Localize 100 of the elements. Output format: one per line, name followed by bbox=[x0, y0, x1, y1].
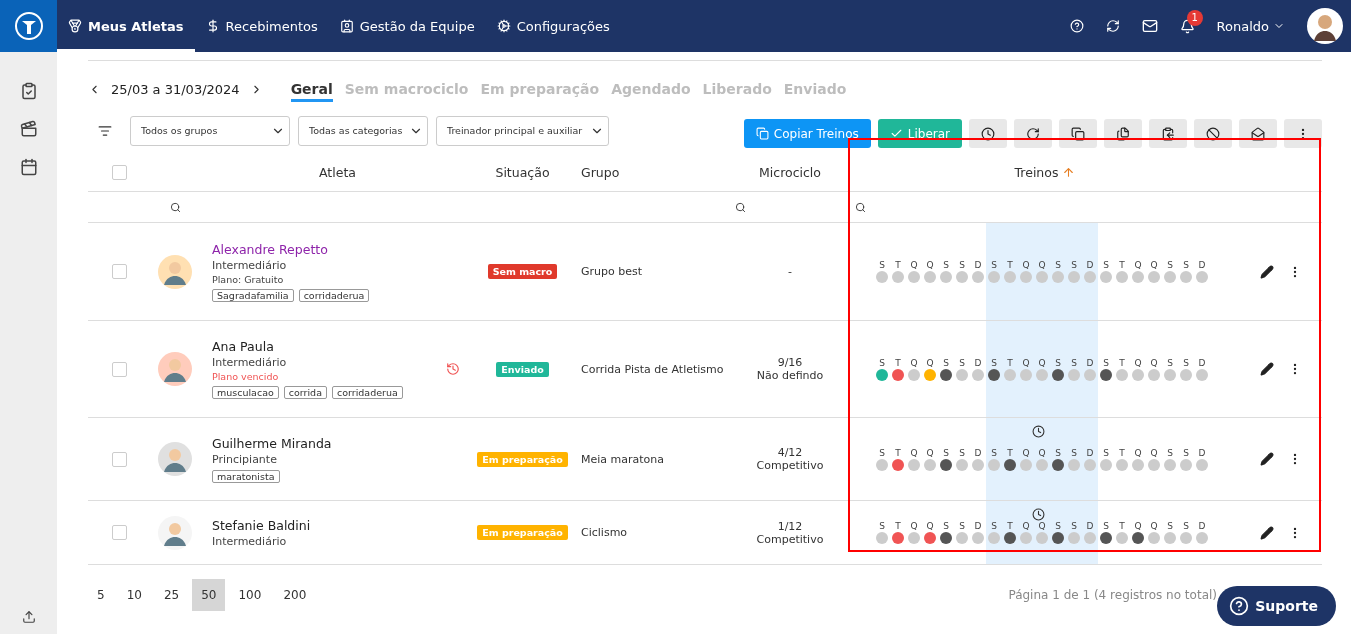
checkbox[interactable] bbox=[111, 361, 127, 377]
search-icon[interactable] bbox=[855, 201, 866, 213]
workout-dot[interactable] bbox=[892, 458, 904, 471]
workout-dot[interactable] bbox=[1068, 458, 1080, 471]
rotate-button[interactable] bbox=[1014, 119, 1052, 148]
workout-dot[interactable] bbox=[1052, 458, 1064, 471]
workout-dot[interactable] bbox=[1084, 271, 1096, 283]
workout-dot[interactable] bbox=[1004, 458, 1016, 471]
workout-dot[interactable] bbox=[1036, 458, 1048, 471]
workout-dot[interactable] bbox=[1180, 458, 1192, 471]
user-avatar[interactable] bbox=[1307, 8, 1343, 44]
checkbox[interactable] bbox=[111, 264, 127, 279]
workout-dot[interactable] bbox=[1180, 532, 1192, 544]
edit-icon[interactable] bbox=[1260, 452, 1274, 466]
workout-dot[interactable] bbox=[988, 271, 1000, 283]
workout-dot[interactable] bbox=[908, 532, 920, 544]
checkbox[interactable] bbox=[111, 165, 127, 180]
checkbox[interactable] bbox=[111, 451, 127, 467]
workout-dot[interactable] bbox=[1180, 368, 1192, 381]
logo-icon[interactable] bbox=[13, 11, 44, 41]
filter-select[interactable]: Todas as categorias bbox=[298, 115, 428, 146]
workout-dot[interactable] bbox=[1164, 532, 1176, 544]
athlete-name[interactable]: Alexandre Repetto bbox=[212, 241, 430, 257]
edit-icon[interactable] bbox=[1260, 264, 1274, 279]
workout-dot[interactable] bbox=[1068, 368, 1080, 381]
workout-dot[interactable] bbox=[1148, 368, 1160, 381]
athlete-name[interactable]: Guilherme Miranda bbox=[212, 435, 430, 451]
workout-dot[interactable] bbox=[1148, 532, 1160, 544]
help-icon[interactable] bbox=[1069, 19, 1084, 33]
workout-dot[interactable] bbox=[876, 532, 888, 544]
workout-dot[interactable] bbox=[1052, 271, 1064, 283]
workout-dot[interactable] bbox=[876, 271, 888, 283]
column-header[interactable]: Treinos bbox=[850, 165, 1240, 180]
workout-dot[interactable] bbox=[924, 271, 936, 283]
workout-dot[interactable] bbox=[956, 458, 968, 471]
workout-dot[interactable] bbox=[1068, 271, 1080, 283]
workout-dot[interactable] bbox=[892, 271, 904, 283]
mail-button[interactable] bbox=[1239, 119, 1277, 148]
workout-dot[interactable] bbox=[940, 271, 952, 283]
workout-dot[interactable] bbox=[1004, 271, 1016, 283]
column-header[interactable]: Situação bbox=[475, 165, 570, 180]
checkbox[interactable] bbox=[111, 525, 127, 540]
workout-dot[interactable] bbox=[1132, 271, 1144, 283]
workout-dot[interactable] bbox=[1020, 458, 1032, 471]
block-button[interactable] bbox=[1194, 119, 1232, 148]
workout-dot[interactable] bbox=[1196, 271, 1208, 283]
workout-dot[interactable] bbox=[1148, 458, 1160, 471]
clock-button[interactable] bbox=[969, 119, 1007, 148]
workout-dot[interactable] bbox=[1020, 532, 1032, 544]
workout-dot[interactable] bbox=[1084, 532, 1096, 544]
workout-dot[interactable] bbox=[1036, 532, 1048, 544]
user-menu[interactable]: Ronaldo bbox=[1216, 18, 1285, 34]
column-header[interactable]: Grupo bbox=[570, 165, 730, 180]
page-size-option[interactable]: 100 bbox=[229, 579, 271, 611]
sort-arrow-icon[interactable] bbox=[1062, 166, 1076, 179]
workout-dot[interactable] bbox=[956, 271, 968, 283]
page-size-option[interactable]: 5 bbox=[88, 579, 114, 611]
column-header[interactable]: Microciclo bbox=[730, 165, 850, 180]
upload-icon[interactable] bbox=[21, 610, 36, 624]
filter-select[interactable]: Todos os grupos bbox=[130, 115, 290, 146]
workout-dot[interactable] bbox=[1116, 271, 1128, 283]
history-icon[interactable] bbox=[445, 362, 460, 376]
workout-dot[interactable] bbox=[1164, 458, 1176, 471]
workout-dot[interactable] bbox=[956, 368, 968, 381]
workout-dot[interactable] bbox=[1036, 271, 1048, 283]
workout-dot[interactable] bbox=[876, 368, 888, 381]
workout-dot[interactable] bbox=[1148, 271, 1160, 283]
workout-dot[interactable] bbox=[972, 368, 984, 381]
workout-dot[interactable] bbox=[876, 458, 888, 471]
filter-select[interactable]: Treinador principal e auxiliar bbox=[436, 115, 609, 146]
workout-dot[interactable] bbox=[1020, 271, 1032, 283]
workout-dot[interactable] bbox=[1084, 368, 1096, 381]
sync-icon[interactable] bbox=[1105, 19, 1120, 33]
workout-dot[interactable] bbox=[1100, 458, 1112, 471]
workout-dot[interactable] bbox=[924, 458, 936, 471]
page-size-option[interactable]: 25 bbox=[154, 579, 189, 611]
workout-dot[interactable] bbox=[1084, 458, 1096, 471]
workout-dot[interactable] bbox=[892, 368, 904, 381]
nav-tab[interactable]: Meus Atletas bbox=[57, 0, 195, 52]
edit-icon[interactable] bbox=[1260, 525, 1274, 540]
search-icon[interactable] bbox=[735, 201, 746, 213]
workout-dot[interactable] bbox=[924, 532, 936, 544]
workout-dot[interactable] bbox=[1132, 458, 1144, 471]
files-button[interactable] bbox=[1104, 119, 1142, 148]
page-size-option[interactable]: 50 bbox=[192, 579, 226, 611]
athlete-name[interactable]: Stefanie Baldini bbox=[212, 517, 430, 533]
edit-icon[interactable] bbox=[1260, 362, 1274, 376]
calendar-icon[interactable] bbox=[19, 158, 38, 176]
workout-dot[interactable] bbox=[1164, 271, 1176, 283]
workout-dot[interactable] bbox=[1068, 532, 1080, 544]
workout-dot[interactable] bbox=[1052, 368, 1064, 381]
workout-dot[interactable] bbox=[1004, 368, 1016, 381]
clapperboard-icon[interactable] bbox=[19, 120, 38, 138]
workout-dot[interactable] bbox=[1196, 368, 1208, 381]
workout-dot[interactable] bbox=[956, 532, 968, 544]
nav-tab[interactable]: Recebimentos bbox=[194, 0, 329, 52]
nav-tab[interactable]: Gestão da Equipe bbox=[328, 0, 486, 52]
column-header[interactable]: Atleta bbox=[200, 165, 475, 180]
workout-dot[interactable] bbox=[908, 271, 920, 283]
athlete-name[interactable]: Ana Paula bbox=[212, 339, 430, 354]
